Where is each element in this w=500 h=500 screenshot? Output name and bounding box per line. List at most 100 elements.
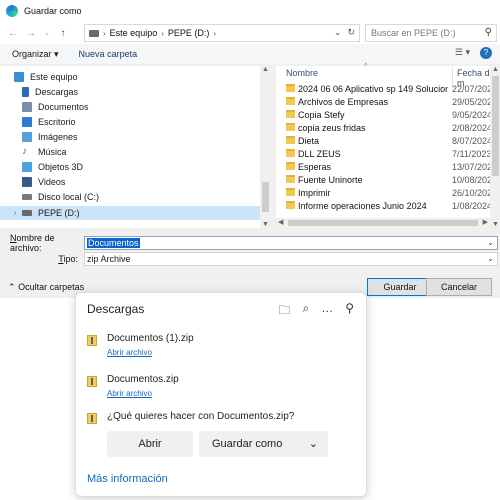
nav-label: Disco local (C:) (38, 192, 100, 202)
filetype-label-text: ipo: (63, 254, 78, 264)
breadcrumb-this-pc[interactable]: Este equipo (110, 28, 158, 38)
file-name: DLL ZEUS (298, 149, 341, 159)
cancel-button[interactable]: Cancelar (426, 278, 492, 296)
folder-icon (286, 84, 295, 92)
sort-caret-icon: ^ (364, 63, 368, 70)
scroll-right-icon[interactable]: ▶ (483, 218, 488, 226)
nav-label: Objetos 3D (38, 162, 84, 172)
file-list-scrollbar[interactable]: ▲ ▼ (490, 66, 500, 228)
open-button[interactable]: Abrir (107, 431, 193, 457)
file-row[interactable]: DLL ZEUS 7/11/2023 3 (276, 147, 499, 160)
title-bar: Guardar como (0, 0, 500, 22)
file-name: Archivos de Empresas (298, 97, 389, 107)
scrollbar-thumb[interactable] (492, 76, 499, 176)
save-as-button[interactable]: Guardar como ⌄ (199, 431, 328, 457)
nav-item-documents[interactable]: Documentos (22, 100, 272, 114)
scroll-up-icon[interactable]: ▲ (492, 66, 499, 73)
nav-label: Escritorio (38, 117, 76, 127)
filetype-value: zip Archive (87, 254, 131, 264)
hide-folders-toggle[interactable]: ⌃ Ocultar carpetas (8, 282, 84, 293)
folder-icon (286, 188, 295, 196)
more-info-link[interactable]: Más información (87, 473, 168, 485)
music-note-icon: ♪ (22, 146, 27, 157)
scrollbar-thumb[interactable] (262, 182, 269, 212)
nav-scrollbar[interactable]: ▲ ▼ (260, 66, 270, 228)
file-row[interactable]: Fuente Uninorte 10/08/2023 (276, 173, 497, 186)
nav-item-this-pc[interactable]: Este equipo (14, 70, 264, 84)
save-as-label: Guardar como (212, 438, 283, 450)
file-name: Fuente Uninorte (298, 175, 363, 185)
monitor-icon (14, 72, 24, 82)
cube-icon (22, 162, 32, 172)
column-name-header[interactable]: Nombre (286, 68, 318, 78)
file-row[interactable]: Dieta 8/07/2024 1 (276, 134, 500, 147)
up-arrow-icon[interactable]: ↑ (56, 28, 70, 39)
chevron-down-icon[interactable]: ⌄ (487, 254, 494, 263)
nav-item-downloads[interactable]: Descargas (22, 85, 272, 99)
downloads-panel: Descargas 🗀 ⌕ … ⚲ Documentos (1).zip Abr… (75, 292, 367, 497)
back-arrow-icon[interactable]: ← (6, 28, 20, 39)
forward-arrow-icon[interactable]: → (24, 28, 38, 39)
nav-item-videos[interactable]: Videos (22, 175, 272, 189)
nav-item-music[interactable]: ♪ Música (22, 145, 272, 159)
file-row[interactable]: copia zeus fridas 2/08/2024 5 (276, 121, 500, 134)
help-icon[interactable]: ? (480, 47, 492, 59)
nav-label: Música (38, 147, 67, 157)
file-row[interactable]: Copia Stefy 9/05/2024 3 (276, 108, 500, 121)
drive-icon (22, 210, 32, 216)
open-file-link[interactable]: Abrir archivo (107, 389, 152, 398)
edge-logo-icon (6, 5, 18, 17)
file-row[interactable]: Imprimir 26/10/2023 (276, 186, 497, 199)
nav-item-local-disk[interactable]: Disco local (C:) (22, 190, 272, 204)
column-header: ^ Nombre Fecha de m (276, 63, 500, 88)
folder-icon (286, 123, 295, 131)
file-row[interactable]: Archivos de Empresas 29/05/2024 (276, 95, 497, 108)
chevron-down-icon[interactable]: ⌄ (334, 27, 342, 38)
address-path[interactable]: › Este equipo › PEPE (D:) › ⌄ ↻ (84, 24, 360, 42)
nav-item-desktop[interactable]: Escritorio (22, 115, 272, 129)
recent-chevron-icon[interactable]: ⌄ (40, 29, 54, 37)
more-options-icon[interactable]: … (321, 301, 333, 322)
refresh-icon[interactable]: ↻ (347, 27, 355, 38)
download-question: ¿Qué quieres hacer con Documentos.zip? (107, 411, 295, 422)
breadcrumb-drive[interactable]: PEPE (D:) (168, 28, 210, 38)
filetype-row: Tipo: zip Archive ⌄ (10, 252, 498, 266)
file-row[interactable]: Esperas 13/07/2023 (276, 160, 497, 173)
organize-button[interactable]: Organizar ▾ (12, 49, 59, 60)
search-placeholder: Buscar en PEPE (D:) (371, 28, 456, 38)
scroll-down-icon[interactable]: ▼ (492, 221, 499, 228)
scrollbar-thumb[interactable] (288, 220, 478, 226)
search-icon: ⚲ (484, 27, 492, 38)
file-list-hscrollbar[interactable]: ◀ ▶ (276, 218, 490, 228)
file-row[interactable]: 2024 06 06 Aplicativo sp 149 Solucion fa… (276, 82, 497, 95)
view-options-icon[interactable]: ☰ ▾ (455, 47, 470, 59)
search-input[interactable]: Buscar en PEPE (D:) ⚲ (365, 24, 497, 42)
filetype-select[interactable]: zip Archive ⌄ (84, 252, 498, 266)
save-button[interactable]: Guardar (367, 278, 433, 296)
zip-file-icon (87, 335, 97, 346)
scroll-up-icon[interactable]: ▲ (262, 66, 269, 73)
open-file-link[interactable]: Abrir archivo (107, 348, 152, 357)
filetype-label: Tipo: (10, 254, 78, 264)
download-name: Documentos.zip (107, 374, 179, 385)
filename-input[interactable]: Documentos ⌄ (84, 236, 498, 250)
download-arrow-icon (22, 87, 29, 97)
zip-file-icon (87, 376, 97, 387)
nav-item-3d-objects[interactable]: Objetos 3D (22, 160, 272, 174)
filename-value: Documentos (87, 238, 140, 248)
file-name: Copia Stefy (298, 110, 345, 120)
folder-icon (286, 136, 295, 144)
search-icon[interactable]: ⌕ (302, 301, 309, 322)
chevron-down-icon[interactable]: ⌄ (487, 238, 494, 247)
nav-label: Descargas (35, 87, 79, 97)
file-row[interactable]: Informe operaciones Junio 2024 1/08/2024 … (276, 199, 500, 212)
nav-item-pepe-drive[interactable]: › PEPE (D:) (0, 206, 260, 220)
video-icon (22, 177, 32, 187)
scroll-down-icon[interactable]: ▼ (262, 221, 269, 228)
pin-icon[interactable]: ⚲ (345, 301, 354, 322)
scroll-left-icon[interactable]: ◀ (278, 218, 283, 226)
new-folder-button[interactable]: Nueva carpeta (79, 49, 138, 59)
expand-chevron-icon[interactable]: › (14, 210, 16, 217)
folder-open-icon[interactable]: 🗀 (278, 301, 290, 322)
nav-item-pictures[interactable]: Imágenes (22, 130, 272, 144)
